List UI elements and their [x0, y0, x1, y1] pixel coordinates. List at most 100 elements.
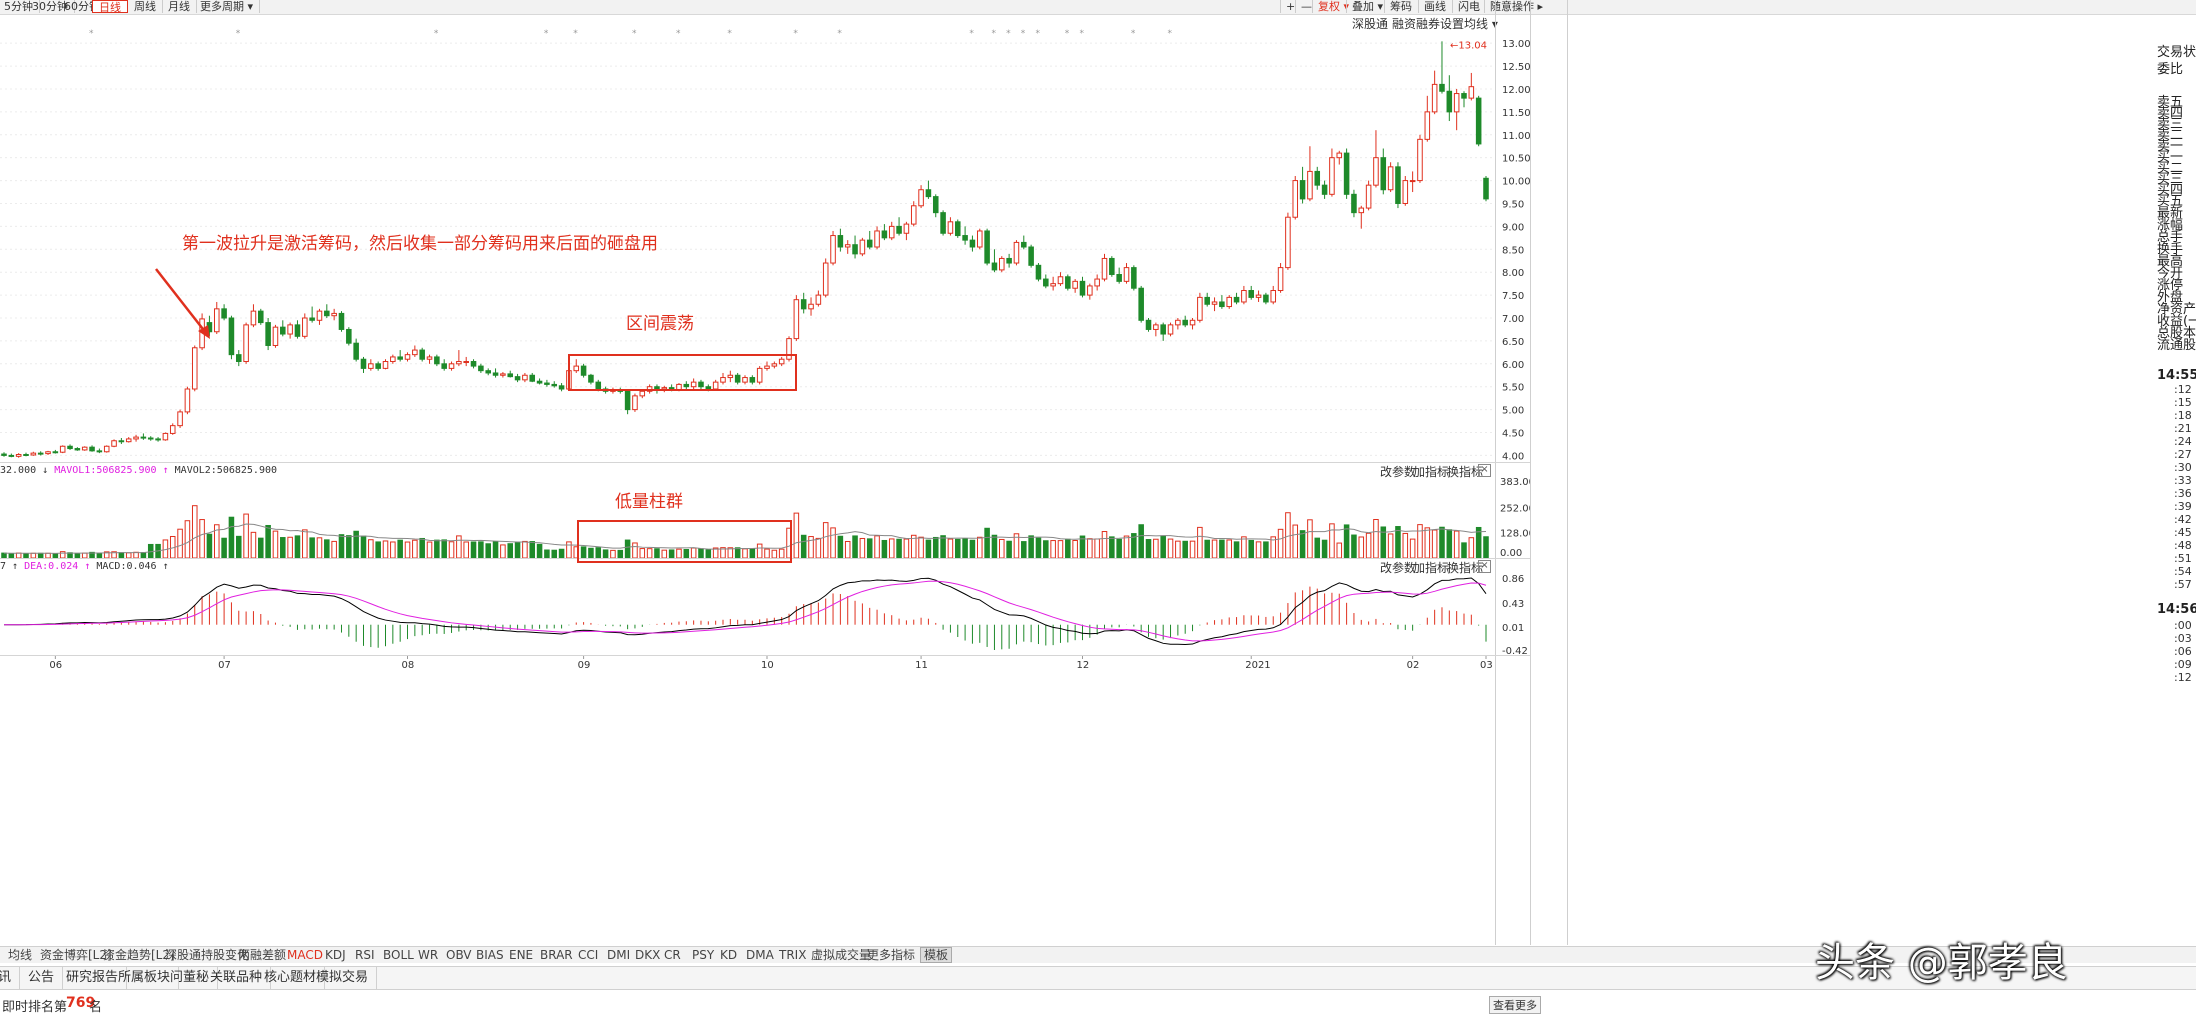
price-tick-label: 7.50	[1502, 291, 1524, 302]
indicator-tab[interactable]: MACD	[287, 947, 323, 963]
tab-weekly[interactable]: 周线	[128, 0, 163, 13]
rank-label: 即时排名第	[2, 1000, 68, 1015]
indicator-tab[interactable]: WR	[418, 947, 438, 963]
chips-button[interactable]: 筹码	[1384, 0, 1417, 13]
indicator-tab[interactable]: TRIX	[779, 947, 806, 963]
candle	[368, 359, 374, 371]
rank-bar: 即时排名第 769 名 查看更多	[0, 990, 2196, 1016]
tab-simulated-trade[interactable]: 模拟交易	[308, 967, 378, 989]
indicator-tab[interactable]: BIAS	[476, 947, 504, 963]
candle	[331, 308, 337, 321]
volume-tick-label: 383.00	[1500, 477, 1530, 488]
indicator-tab[interactable]: 均线	[8, 947, 32, 963]
price-tick-label: 8.00	[1502, 268, 1524, 279]
candle	[507, 370, 514, 378]
candle	[544, 379, 550, 387]
candle	[999, 256, 1005, 273]
candle	[1094, 274, 1100, 291]
indicator-tab[interactable]: BRAR	[540, 947, 573, 963]
indicator-tab[interactable]: 深股通持股变化	[165, 947, 249, 963]
candle	[991, 249, 998, 273]
volume-bar	[1329, 523, 1335, 558]
candle	[59, 445, 66, 454]
candle	[925, 180, 932, 199]
indicator-tab[interactable]: OBV	[446, 947, 472, 963]
tick-time: :45	[2174, 526, 2192, 539]
volume-bar	[478, 541, 484, 558]
tab-more-periods[interactable]: 更多周期 ▾	[194, 0, 261, 13]
event-marker: *	[991, 29, 996, 38]
volume-bar	[1307, 519, 1313, 558]
volume-bar	[404, 541, 411, 558]
volume-bar	[272, 530, 279, 558]
tab-announcements[interactable]: 公告	[20, 967, 64, 989]
date-tick-label: 12	[1076, 660, 1089, 670]
candle	[294, 320, 301, 339]
indicator-tab[interactable]: DMA	[746, 947, 774, 963]
indicator-tab[interactable]: 资金博弈[L2]	[40, 947, 112, 963]
candle	[1050, 276, 1056, 291]
volume-bar	[1204, 539, 1210, 558]
volume-bar	[1292, 524, 1299, 558]
dif-line	[3, 577, 1487, 646]
indicator-tab[interactable]: DMI	[607, 947, 630, 963]
volume-bar	[199, 519, 205, 558]
candle	[1483, 176, 1489, 202]
overlay-dropdown[interactable]: 叠加 ▾	[1346, 0, 1388, 13]
date-axis: 06 07 08 09 10 11 12 2021 02 03	[49, 656, 1493, 670]
price-tick-label: 12.00	[1502, 85, 1530, 96]
volume-bar	[1417, 524, 1423, 558]
candle	[984, 228, 990, 266]
indicator-tab[interactable]: 两融差额	[238, 947, 286, 963]
candle	[353, 338, 359, 362]
volume-bar	[390, 541, 396, 558]
view-more-button[interactable]: 查看更多	[1489, 996, 1541, 1014]
volume-bar	[1, 552, 7, 558]
volume-bar	[1160, 535, 1166, 558]
volume-bar	[1057, 540, 1064, 558]
side-panel-divider	[1567, 0, 1568, 945]
tab-monthly[interactable]: 月线	[162, 0, 197, 13]
indicator-tab[interactable]: ENE	[509, 947, 533, 963]
draw-line-button[interactable]: 画线	[1418, 0, 1451, 13]
indicator-tab[interactable]: PSY	[692, 947, 714, 963]
candle	[1138, 285, 1144, 323]
indicator-tab[interactable]: RSI	[355, 947, 375, 963]
candle	[1175, 318, 1181, 330]
indicator-tab[interactable]: CCI	[578, 947, 598, 963]
volume-bar	[558, 548, 565, 558]
indicator-tab[interactable]: 更多指标	[867, 947, 915, 963]
candle	[1468, 72, 1475, 101]
volume-bar	[485, 543, 491, 558]
indicator-tab[interactable]: KDJ	[325, 947, 346, 963]
candle	[397, 350, 403, 362]
candle	[1446, 75, 1453, 122]
indicator-tab[interactable]: BOLL	[383, 947, 414, 963]
macd-chart	[3, 577, 1487, 650]
indicator-tab[interactable]: 资金趋势[L2]	[103, 947, 175, 963]
candle	[1065, 274, 1071, 291]
event-marker: *	[236, 29, 241, 38]
volume-bar	[852, 535, 858, 558]
price-tick-label: 5.00	[1502, 406, 1524, 417]
indicator-tab[interactable]: 虚拟成交量	[811, 947, 871, 963]
axis-right-border	[1530, 0, 1531, 945]
tab-news[interactable]: 讯	[0, 967, 21, 989]
volume-bar	[463, 541, 469, 558]
more-actions-button[interactable]: 随意操作 ▸	[1484, 0, 1548, 13]
candle	[1299, 166, 1306, 204]
candle	[162, 432, 169, 441]
flash-button[interactable]: 闪电	[1452, 0, 1485, 13]
indicator-tab[interactable]: KD	[720, 947, 737, 963]
indicator-tab[interactable]: DKX	[635, 947, 660, 963]
date-tick-label: 2021	[1245, 660, 1270, 670]
tick-time: :18	[2174, 409, 2192, 422]
indicator-tab[interactable]: CR	[664, 947, 681, 963]
candle	[947, 217, 954, 236]
volume-bar	[1145, 539, 1152, 558]
indicator-tab[interactable]: 模板	[920, 947, 953, 963]
volume-bar	[235, 535, 242, 558]
candle	[1475, 95, 1482, 147]
volume-bar	[346, 535, 352, 558]
tab-daily[interactable]: 日线	[92, 0, 128, 14]
